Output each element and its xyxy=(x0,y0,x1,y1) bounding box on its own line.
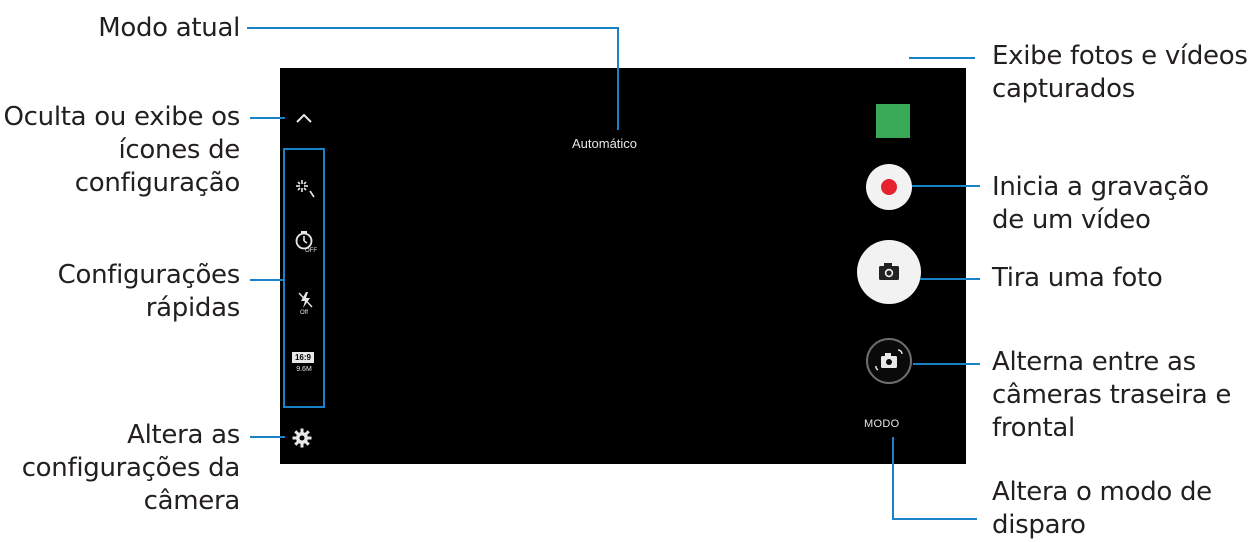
callout-quick-settings: Configurações rápidas xyxy=(57,260,241,323)
timer-state-text: OFF xyxy=(305,248,317,254)
record-button[interactable] xyxy=(866,164,912,210)
record-icon xyxy=(881,179,897,195)
callout-mode: Altera o modo de disparo xyxy=(992,477,1212,540)
flash-off-icon xyxy=(298,292,313,308)
resolution-text: 9.6M xyxy=(296,366,312,373)
callout-current-mode: Modo atual xyxy=(98,13,240,43)
capture-button[interactable] xyxy=(857,240,921,304)
sparkle-effect-icon xyxy=(296,180,315,198)
flash-button[interactable]: Off xyxy=(294,290,318,320)
callout-record: Inicia a gravação de um vídeo xyxy=(992,172,1209,235)
current-mode-label: Automático xyxy=(572,136,638,151)
callout-photo: Tira uma foto xyxy=(992,263,1163,293)
flash-state-text: Off xyxy=(300,310,308,316)
camera-screen: OFF Off 16:9 9.6M Automático MODO xyxy=(280,68,966,464)
callout-camera-settings: Altera as configurações da câmera xyxy=(21,420,241,516)
collapse-settings-button[interactable] xyxy=(292,108,316,128)
chevron-up-icon xyxy=(296,113,312,123)
mode-button[interactable]: MODO xyxy=(864,418,899,430)
aspect-ratio-badge: 16:9 xyxy=(292,352,314,363)
callout-gallery: Exibe fotos e vídeos capturados xyxy=(992,41,1248,104)
picture-size-button[interactable]: 16:9 9.6M xyxy=(290,350,320,380)
camera-icon xyxy=(879,263,899,280)
switch-camera-icon xyxy=(875,349,903,371)
callout-switch: Alterna entre as câmeras traseira e fron… xyxy=(992,347,1232,443)
quick-settings-panel: OFF Off 16:9 9.6M xyxy=(283,148,325,408)
settings-button[interactable] xyxy=(290,426,314,450)
gear-icon xyxy=(292,428,312,448)
gallery-thumbnail[interactable] xyxy=(876,104,910,138)
effect-button[interactable] xyxy=(294,178,316,200)
switch-camera-button[interactable] xyxy=(866,338,912,384)
timer-button[interactable]: OFF xyxy=(292,230,320,260)
callout-toggle-icons: Oculta ou exibe os ícones de configuraçã… xyxy=(3,102,241,198)
